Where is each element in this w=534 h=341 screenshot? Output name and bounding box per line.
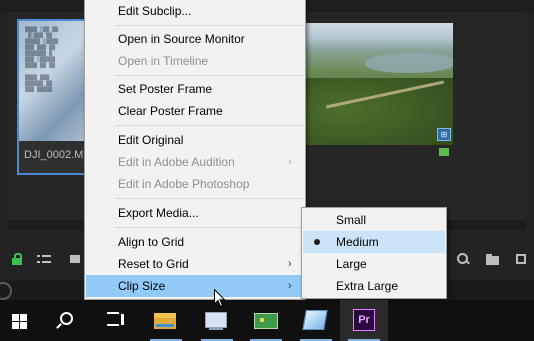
clip-name-label: DJI_0002.M bbox=[24, 149, 84, 161]
list-view-icon[interactable] bbox=[37, 252, 51, 266]
lock-icon[interactable] bbox=[10, 252, 24, 266]
menu-separator bbox=[115, 198, 303, 199]
clip-size-submenu: Small Medium Large Extra Large bbox=[301, 207, 447, 299]
menu-separator bbox=[115, 25, 303, 26]
submenu-item-small[interactable]: Small bbox=[303, 209, 445, 231]
submenu-item-medium[interactable]: Medium bbox=[303, 231, 445, 253]
menu-item-edit-in-adobe-photoshop[interactable]: Edit in Adobe Photoshop bbox=[86, 173, 304, 195]
chevron-right-icon: › bbox=[288, 258, 292, 270]
menu-item-edit-in-adobe-audition[interactable]: Edit in Adobe Audition › bbox=[86, 151, 304, 173]
menu-item-open-in-source-monitor[interactable]: Open in Source Monitor bbox=[86, 28, 304, 50]
task-view-icon[interactable] bbox=[92, 300, 140, 341]
menu-separator bbox=[115, 227, 303, 228]
clip-thumbnail-aerial[interactable] bbox=[305, 23, 453, 145]
submenu-item-extra-large[interactable]: Extra Large bbox=[303, 275, 445, 297]
menu-item-clip-size[interactable]: Clip Size › bbox=[86, 275, 304, 297]
menu-separator bbox=[115, 125, 303, 126]
menu-item-open-in-timeline[interactable]: Open in Timeline bbox=[86, 50, 304, 72]
document-app-icon[interactable] bbox=[292, 300, 340, 341]
submenu-item-large[interactable]: Large bbox=[303, 253, 445, 275]
label-color-swatch bbox=[439, 148, 449, 156]
menu-item-edit-original[interactable]: Edit Original bbox=[86, 129, 304, 151]
radio-selected-icon bbox=[314, 239, 320, 245]
circuit-board-icon[interactable] bbox=[242, 300, 290, 341]
windows-start-icon[interactable] bbox=[0, 300, 48, 341]
clip-context-menu: Edit Subclip... Open in Source Monitor O… bbox=[84, 0, 306, 300]
menu-item-edit-subclip[interactable]: Edit Subclip... bbox=[86, 0, 304, 22]
menu-item-reset-to-grid[interactable]: Reset to Grid › bbox=[86, 253, 304, 275]
multicam-badge-icon: ⊞ bbox=[437, 128, 451, 141]
mouse-cursor-icon bbox=[214, 289, 226, 308]
new-bin-icon[interactable] bbox=[486, 252, 500, 266]
chevron-right-icon: › bbox=[288, 280, 292, 292]
icon-view-icon[interactable] bbox=[70, 252, 84, 266]
chevron-right-icon: › bbox=[288, 156, 292, 168]
menu-item-export-media[interactable]: Export Media... bbox=[86, 202, 304, 224]
search-icon[interactable] bbox=[44, 300, 92, 341]
find-icon[interactable] bbox=[456, 252, 470, 266]
menu-item-align-to-grid[interactable]: Align to Grid bbox=[86, 231, 304, 253]
menu-separator bbox=[115, 75, 303, 76]
menu-item-set-poster-frame[interactable]: Set Poster Frame bbox=[86, 78, 304, 100]
menu-item-clear-poster-frame[interactable]: Clear Poster Frame bbox=[86, 100, 304, 122]
file-explorer-icon[interactable] bbox=[142, 300, 190, 341]
premiere-pro-icon[interactable]: Pr bbox=[340, 300, 388, 341]
new-item-icon[interactable] bbox=[515, 252, 529, 266]
